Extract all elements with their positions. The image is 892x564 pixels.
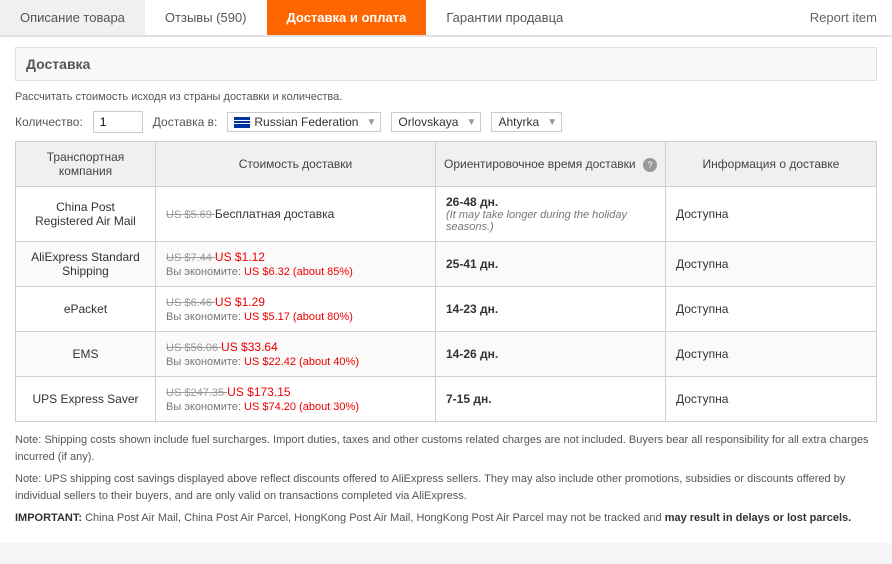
- shipping-time: 14-26 дн.: [436, 332, 666, 377]
- city-select-wrapper[interactable]: Ahtyrka ▼: [491, 112, 562, 132]
- discount-price: US $1.12: [215, 250, 265, 264]
- city-value: Ahtyrka: [498, 115, 539, 129]
- shipping-time: 25-41 дн.: [436, 242, 666, 287]
- time-main: 7-15 дн.: [446, 392, 655, 406]
- delivery-label: Доставка в:: [153, 115, 218, 129]
- carrier-name: UPS Express Saver: [16, 377, 156, 422]
- time-main: 14-26 дн.: [446, 347, 655, 361]
- carrier-name: AliExpress Standard Shipping: [16, 242, 156, 287]
- savings-prefix: Вы экономите:: [166, 311, 244, 323]
- savings-value: US $74.20 (about 30%): [244, 401, 359, 413]
- report-item-link[interactable]: Report item: [795, 0, 892, 35]
- shipping-availability: Доступна: [666, 332, 877, 377]
- tab-guarantee[interactable]: Гарантии продавца: [426, 0, 583, 35]
- header-cost: Стоимость доставки: [156, 142, 436, 187]
- table-row: China Post Registered Air MailUS $5.69 Б…: [16, 187, 877, 242]
- shipping-cost: US $5.69 Бесплатная доставка: [156, 187, 436, 242]
- carrier-name: ePacket: [16, 287, 156, 332]
- savings-prefix: Вы экономите:: [166, 401, 244, 413]
- table-row: EMS US $56.06 US $33.64 Вы экономите: US $…: [16, 332, 877, 377]
- region-select-wrapper[interactable]: Orlovskaya ▼: [391, 112, 481, 132]
- time-main: 26-48 дн.: [446, 195, 655, 209]
- time-main: 14-23 дн.: [446, 302, 655, 316]
- help-icon[interactable]: ?: [643, 158, 657, 172]
- savings-prefix: Вы экономите:: [166, 356, 244, 368]
- country-select-wrapper[interactable]: Russian Federation ▼: [227, 112, 381, 132]
- shipping-time: 14-23 дн.: [436, 287, 666, 332]
- header-info: Информация о доставке: [666, 142, 877, 187]
- calc-note: Рассчитать стоимость исходя из страны до…: [15, 91, 877, 103]
- important-label: IMPORTANT:: [15, 512, 82, 524]
- savings-value: US $6.32 (about 85%): [244, 266, 353, 278]
- tab-shipping[interactable]: Доставка и оплата: [267, 0, 427, 35]
- shipping-availability: Доступна: [666, 242, 877, 287]
- shipping-cost: US $7.44 US $1.12 Вы экономите: US $6.32 …: [156, 242, 436, 287]
- quantity-label: Количество:: [15, 115, 83, 129]
- table-row: ePacket US $6.46 US $1.29 Вы экономите: US…: [16, 287, 877, 332]
- city-dropdown-icon: ▼: [547, 117, 557, 128]
- header-time: Ориентировочное время доставки ?: [436, 142, 666, 187]
- country-dropdown-icon: ▼: [367, 117, 377, 128]
- tab-reviews[interactable]: Отзывы (590): [145, 0, 267, 35]
- section-title: Доставка: [15, 47, 877, 81]
- discount-price: US $173.15: [227, 385, 290, 399]
- free-shipping-label: Бесплатная доставка: [215, 207, 334, 221]
- note3: IMPORTANT: China Post Air Mail, China Po…: [15, 510, 877, 527]
- table-row: UPS Express Saver US $247.35 US $173.15 Вы…: [16, 377, 877, 422]
- shipping-cost: US $56.06 US $33.64 Вы экономите: US $22.…: [156, 332, 436, 377]
- time-note: (It may take longer during the holiday s…: [446, 209, 655, 233]
- discount-price: US $1.29: [215, 295, 265, 309]
- shipping-availability: Доступна: [666, 287, 877, 332]
- header-carrier: Транспортная компания: [16, 142, 156, 187]
- shipping-availability: Доступна: [666, 377, 877, 422]
- content-area: Доставка Рассчитать стоимость исходя из …: [0, 37, 892, 543]
- note3-text: China Post Air Mail, China Post Air Parc…: [85, 512, 665, 524]
- country-value: Russian Federation: [254, 115, 358, 129]
- table-row: AliExpress Standard ShippingUS $7.44 US …: [16, 242, 877, 287]
- shipping-form: Количество: Доставка в: Russian Federati…: [15, 111, 877, 133]
- original-price: US $5.69: [166, 209, 215, 221]
- shipping-cost: US $247.35 US $173.15 Вы экономите: US $7…: [156, 377, 436, 422]
- savings-prefix: Вы экономите:: [166, 266, 244, 278]
- savings-value: US $5.17 (about 80%): [244, 311, 353, 323]
- time-main: 25-41 дн.: [446, 257, 655, 271]
- original-price: US $247.35: [166, 387, 227, 399]
- carrier-name: China Post Registered Air Mail: [16, 187, 156, 242]
- region-dropdown-icon: ▼: [467, 117, 477, 128]
- tab-description[interactable]: Описание товара: [0, 0, 145, 35]
- quantity-input[interactable]: [93, 111, 143, 133]
- note2: Note: UPS shipping cost savings displaye…: [15, 471, 877, 504]
- note1: Note: Shipping costs shown include fuel …: [15, 432, 877, 465]
- shipping-notes: Note: Shipping costs shown include fuel …: [15, 432, 877, 527]
- original-price: US $7.44: [166, 252, 215, 264]
- savings-value: US $22.42 (about 40%): [244, 356, 359, 368]
- shipping-availability: Доступна: [666, 187, 877, 242]
- shipping-time: 26-48 дн.(It may take longer during the …: [436, 187, 666, 242]
- region-value: Orlovskaya: [398, 115, 458, 129]
- note3-bold: may result in delays or lost parcels.: [665, 512, 851, 524]
- carrier-name: EMS: [16, 332, 156, 377]
- russia-flag-icon: [234, 117, 250, 128]
- discount-price: US $33.64: [221, 340, 278, 354]
- original-price: US $6.46: [166, 297, 215, 309]
- tab-bar: Описание товара Отзывы (590) Доставка и …: [0, 0, 892, 37]
- original-price: US $56.06: [166, 342, 221, 354]
- shipping-cost: US $6.46 US $1.29 Вы экономите: US $5.17 …: [156, 287, 436, 332]
- shipping-time: 7-15 дн.: [436, 377, 666, 422]
- shipping-table: Транспортная компания Стоимость доставки…: [15, 141, 877, 422]
